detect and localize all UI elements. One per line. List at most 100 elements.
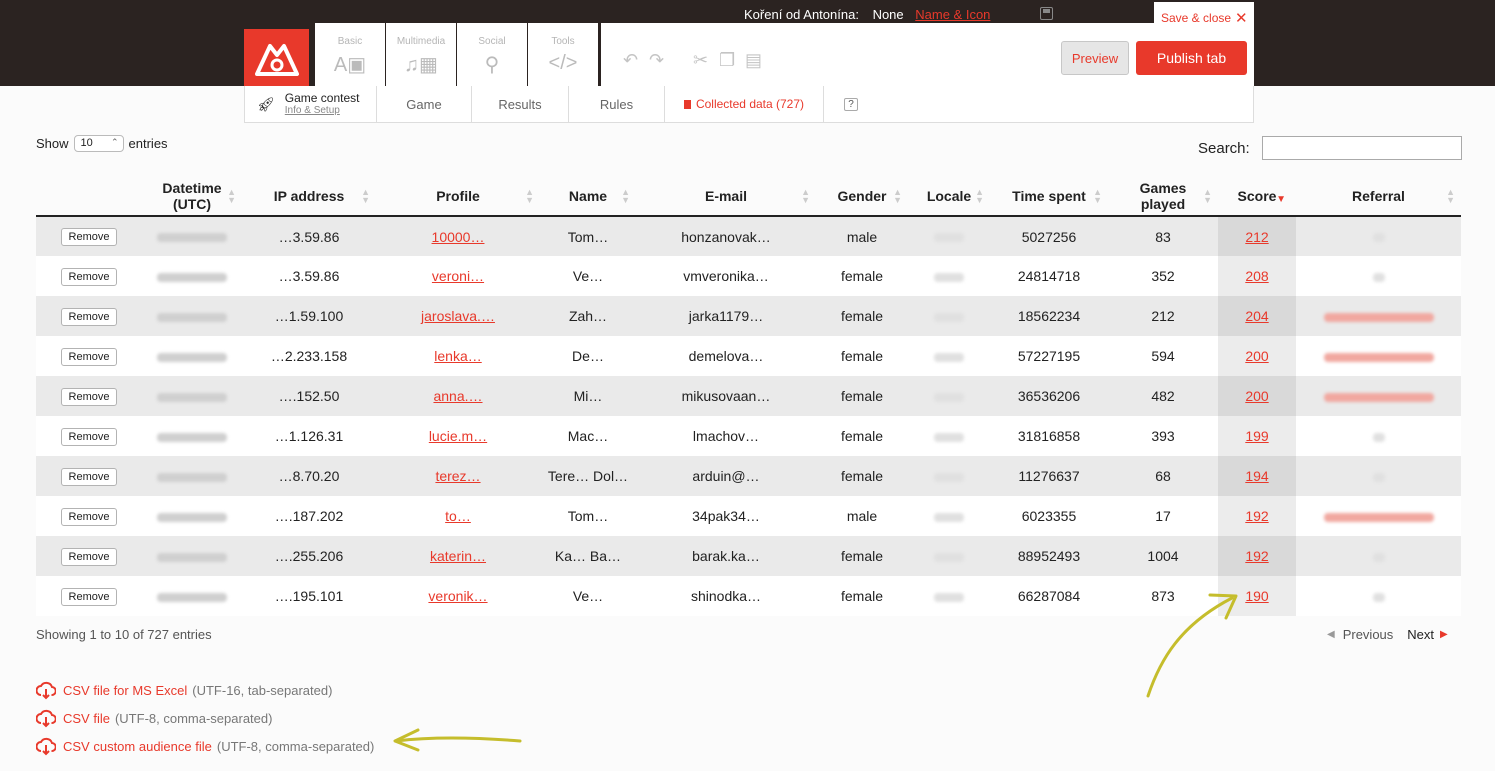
games-played-value: 594: [1151, 348, 1175, 364]
profile-link[interactable]: anna.…: [433, 388, 482, 404]
subnav-collected-data[interactable]: Collected data (727): [665, 86, 824, 122]
cell-games-played: 212: [1108, 296, 1218, 336]
column-header-email[interactable]: E-mail ▲ ▼: [636, 177, 816, 217]
profile-link[interactable]: lenka…: [434, 348, 481, 364]
column-header-ip[interactable]: IP address ▲ ▼: [242, 177, 376, 217]
remove-button[interactable]: Remove: [60, 307, 118, 326]
subnav-game-contest[interactable]: 🚀︎ Game contest Info & Setup: [245, 86, 377, 122]
profile-link[interactable]: lucie.m…: [429, 428, 487, 444]
cell-referral: [1296, 256, 1461, 296]
tool-tab-basic[interactable]: Basic A▣: [315, 23, 385, 88]
games-played-value: 68: [1155, 468, 1171, 484]
tool-tab-tools[interactable]: Tools </>: [528, 23, 598, 88]
remove-button[interactable]: Remove: [60, 587, 118, 606]
time-spent-value: 11276637: [1018, 468, 1080, 484]
download-csv-excel[interactable]: CSV file for MS Excel (UTF-16, tab-separa…: [36, 676, 374, 704]
cell-action: Remove: [36, 376, 142, 416]
column-header-referral[interactable]: Referral ▲ ▼: [1296, 177, 1461, 217]
profile-link[interactable]: 10000…: [432, 229, 485, 245]
cell-action: Remove: [36, 536, 142, 576]
save-close-button[interactable]: Save & close ✕: [1154, 2, 1254, 29]
score-link[interactable]: 190: [1245, 588, 1268, 604]
undo-icon[interactable]: ↶: [623, 50, 638, 71]
remove-button[interactable]: Remove: [60, 267, 118, 286]
help-icon: ?: [844, 97, 858, 111]
app-logo[interactable]: [244, 29, 309, 88]
code-icon: </>: [548, 52, 578, 74]
column-header-profile[interactable]: Profile ▲ ▼: [376, 177, 540, 217]
blurred-value: [157, 512, 227, 522]
column-header-datetime[interactable]: Datetime (UTC) ▲ ▼: [142, 177, 242, 217]
search-box: Search:: [1198, 136, 1462, 160]
cut-icon[interactable]: ✂: [693, 50, 708, 71]
next-button[interactable]: Next: [1407, 627, 1434, 642]
remove-button[interactable]: Remove: [60, 507, 118, 526]
collected-data-label: Collected data (727): [695, 97, 805, 111]
profile-link[interactable]: veroni…: [432, 268, 484, 284]
time-spent-value: 18562234: [1017, 308, 1081, 324]
download-csv[interactable]: CSV file (UTF-8, comma-separated): [36, 704, 374, 732]
redo-icon[interactable]: ↷: [649, 50, 664, 71]
remove-button[interactable]: Remove: [60, 467, 118, 486]
search-input[interactable]: [1261, 136, 1462, 160]
blurred-value: [934, 233, 964, 243]
score-link[interactable]: 200: [1245, 348, 1268, 364]
remove-button[interactable]: Remove: [60, 347, 118, 366]
column-header-locale[interactable]: Locale ▲ ▼: [908, 177, 990, 217]
publish-tab-button[interactable]: Publish tab: [1136, 41, 1247, 75]
showing-entries: Showing 1 to 10 of 727 entries: [36, 627, 212, 642]
profile-link[interactable]: katerin…: [430, 548, 486, 564]
paste-icon[interactable]: ▤: [745, 50, 762, 71]
profile-link[interactable]: veronik…: [428, 588, 487, 604]
subnav-results[interactable]: Results: [472, 86, 569, 122]
previous-button[interactable]: Previous: [1343, 627, 1394, 642]
email-value: jarka1179…: [688, 308, 764, 324]
preview-button[interactable]: Preview: [1061, 41, 1129, 75]
cell-datetime: [142, 496, 242, 536]
score-link[interactable]: 192: [1245, 548, 1268, 564]
cell-datetime: [142, 576, 242, 616]
profile-link[interactable]: to…: [445, 508, 471, 524]
info-setup-link[interactable]: Info & Setup: [285, 105, 360, 116]
remove-button[interactable]: Remove: [60, 228, 118, 246]
page-size-select[interactable]: 10: [73, 135, 124, 152]
score-link[interactable]: 200: [1245, 388, 1268, 404]
score-link[interactable]: 208: [1245, 268, 1268, 284]
cloud-download-icon: [36, 709, 56, 728]
score-link[interactable]: 192: [1245, 508, 1268, 524]
name-value: Ka… Ba…: [554, 548, 622, 564]
remove-button[interactable]: Remove: [60, 547, 118, 566]
sort-icon: ▲ ▼: [975, 187, 984, 205]
score-link[interactable]: 199: [1245, 428, 1268, 444]
column-header-score[interactable]: Score ▼: [1218, 177, 1296, 217]
referral-link[interactable]: [1323, 512, 1434, 522]
remove-button[interactable]: Remove: [60, 387, 118, 406]
subnav-game[interactable]: Game: [377, 86, 472, 122]
subnav-rules[interactable]: Rules: [569, 86, 665, 122]
referral-link[interactable]: [1323, 352, 1434, 362]
name-value: Tom…: [567, 508, 609, 524]
blurred-value: [934, 312, 964, 322]
subnav-help[interactable]: ?: [824, 86, 878, 122]
referral-link[interactable]: [1323, 312, 1434, 322]
referral-link[interactable]: [1323, 392, 1434, 402]
profile-link[interactable]: terez…: [435, 468, 480, 484]
cell-time-spent: 88952493: [990, 536, 1108, 576]
column-header-time-spent[interactable]: Time spent ▲ ▼: [990, 177, 1108, 217]
cell-score: 192: [1218, 496, 1296, 536]
download-csv-custom-audience[interactable]: CSV custom audience file (UTF-8, comma-se…: [36, 732, 374, 760]
score-link[interactable]: 212: [1245, 229, 1268, 245]
copy-icon[interactable]: ❐: [719, 50, 735, 71]
editor-toolbar: Basic A▣ Multimedia ♫▦ Social ⚲ Tools </…: [244, 2, 1254, 88]
email-value: lmachov…: [692, 428, 760, 444]
tool-tab-social[interactable]: Social ⚲: [457, 23, 527, 88]
remove-button[interactable]: Remove: [60, 427, 118, 446]
cloud-download-icon: [36, 737, 56, 756]
score-link[interactable]: 194: [1245, 468, 1268, 484]
tool-tab-multimedia[interactable]: Multimedia ♫▦: [386, 23, 456, 88]
score-link[interactable]: 204: [1245, 308, 1268, 324]
profile-link[interactable]: jaroslava.…: [421, 308, 495, 324]
column-header-name[interactable]: Name ▲ ▼: [540, 177, 636, 217]
column-header-gender[interactable]: Gender ▲ ▼: [816, 177, 908, 217]
column-header-games-played[interactable]: Games played ▲ ▼: [1108, 177, 1218, 217]
